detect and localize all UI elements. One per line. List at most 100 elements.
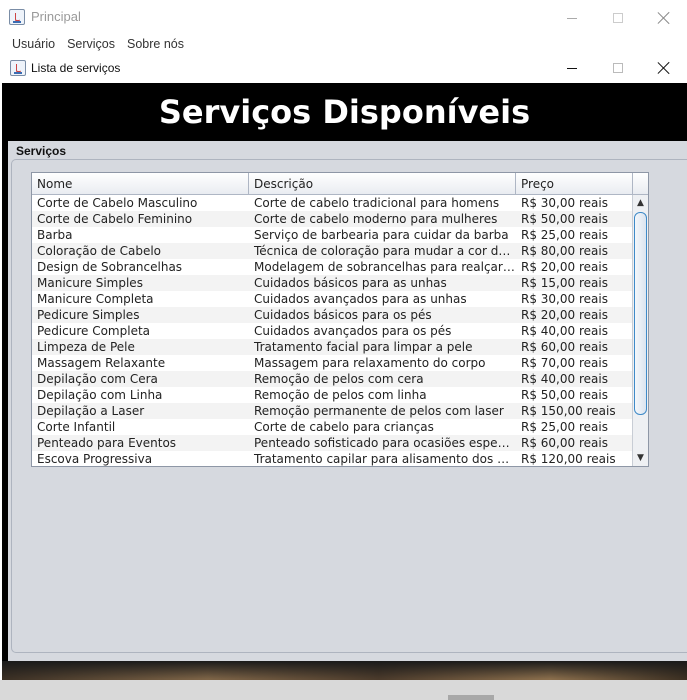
header-corner <box>632 173 648 195</box>
inner-minimize-button[interactable] <box>549 53 595 83</box>
cell-descricao: Corte de cabelo para crianças <box>254 420 434 434</box>
table-row[interactable]: Corte Infantil Corte de cabelo para crian… <box>32 419 633 435</box>
cell-descricao: Técnica de coloração para mudar a cor do… <box>254 244 516 258</box>
cell-preco: R$ 15,00 reais <box>521 276 608 290</box>
cell-nome: Manicure Completa <box>37 292 154 306</box>
cell-nome: Manicure Simples <box>37 276 143 290</box>
table-row[interactable]: Penteado para Eventos Penteado sofisticad… <box>32 435 633 451</box>
cell-nome: Massagem Relaxante <box>37 356 166 370</box>
cell-descricao: Modelagem de sobrancelhas para realçar o… <box>254 260 516 274</box>
principal-close-button[interactable] <box>641 3 687 33</box>
cell-descricao: Corte de cabelo moderno para mulheres <box>254 212 498 226</box>
java-icon <box>10 60 26 76</box>
cell-nome: Pedicure Simples <box>37 308 140 322</box>
table-row[interactable]: Pedicure Simples Cuidados básicos para os… <box>32 307 633 323</box>
cell-preco: R$ 80,00 reais <box>521 244 608 258</box>
cell-preco: R$ 70,00 reais <box>521 356 608 370</box>
table-body: Corte de Cabelo Masculino Corte de cabelo… <box>32 195 633 466</box>
cell-nome: Barba <box>37 228 73 242</box>
table-row[interactable]: Escova Progressiva Tratamento capilar par… <box>32 451 633 466</box>
cell-nome: Design de Sobrancelhas <box>37 260 183 274</box>
cell-nome: Penteado para Eventos <box>37 436 177 450</box>
cell-preco: R$ 20,00 reais <box>521 260 608 274</box>
principal-title-bar[interactable]: Principal <box>0 0 687 35</box>
cell-preco: R$ 120,00 reais <box>521 452 616 466</box>
heading-banner: Serviços Disponíveis <box>2 83 687 141</box>
cell-preco: R$ 60,00 reais <box>521 340 608 354</box>
table-row[interactable]: Pedicure Completa Cuidados avançados para… <box>32 323 633 339</box>
table-row[interactable]: Manicure Completa Cuidados avançados para… <box>32 291 633 307</box>
menu-usuario[interactable]: Usuário <box>6 35 61 51</box>
principal-window: Principal Usuário Serviços Sobre nós Lis… <box>0 0 687 700</box>
cell-preco: R$ 25,00 reais <box>521 420 608 434</box>
table-row[interactable]: Corte de Cabelo Feminino Corte de cabelo … <box>32 211 633 227</box>
table-row[interactable]: Depilação com Cera Remoção de pelos com c… <box>32 371 633 387</box>
cell-descricao: Penteado sofisticado para ocasiões espec… <box>254 436 516 450</box>
close-icon <box>658 12 670 24</box>
cell-preco: R$ 40,00 reais <box>521 324 608 338</box>
principal-maximize-button[interactable] <box>595 3 641 33</box>
cell-descricao: Serviço de barbearia para cuidar da barb… <box>254 228 509 242</box>
cell-preco: R$ 20,00 reais <box>521 308 608 322</box>
inner-close-button[interactable] <box>641 53 687 83</box>
cell-descricao: Cuidados básicos para as unhas <box>254 276 447 290</box>
inner-title-bar[interactable]: Lista de serviços <box>2 53 687 83</box>
table-row[interactable]: Massagem Relaxante Massagem para relaxame… <box>32 355 633 371</box>
group-label: Serviços <box>16 144 67 158</box>
column-header-preco[interactable]: Preço <box>516 173 633 195</box>
bottom-edge-bar <box>0 680 687 700</box>
inner-maximize-button[interactable] <box>595 53 641 83</box>
menu-bar: Usuário Serviços Sobre nós <box>0 35 687 53</box>
scroll-up-icon[interactable]: ▲ <box>633 195 648 211</box>
column-header-nome[interactable]: Nome <box>32 173 249 195</box>
table-row[interactable]: Corte de Cabelo Masculino Corte de cabelo… <box>32 195 633 211</box>
minimize-icon <box>567 67 577 69</box>
table-row[interactable]: Limpeza de Pele Tratamento facial para li… <box>32 339 633 355</box>
java-icon <box>9 9 25 25</box>
cell-nome: Escova Progressiva <box>37 452 153 466</box>
vertical-scrollbar[interactable]: ▲ ▼ <box>632 195 648 466</box>
table-row[interactable]: Manicure Simples Cuidados básicos para as… <box>32 275 633 291</box>
cell-nome: Depilação a Laser <box>37 404 145 418</box>
cell-preco: R$ 30,00 reais <box>521 196 608 210</box>
cell-descricao: Tratamento capilar para alisamento dos f… <box>254 452 516 466</box>
cell-nome: Corte de Cabelo Feminino <box>37 212 193 226</box>
cell-nome: Depilação com Cera <box>37 372 158 386</box>
cell-descricao: Corte de cabelo tradicional para homens <box>254 196 500 210</box>
column-header-descricao[interactable]: Descrição <box>249 173 516 195</box>
services-panel: Serviços Nome Descrição Preço Corte de C… <box>8 141 687 661</box>
cell-nome: Limpeza de Pele <box>37 340 135 354</box>
menu-sobre-nos[interactable]: Sobre nós <box>121 35 190 51</box>
table-row[interactable]: Depilação com Linha Remoção de pelos com … <box>32 387 633 403</box>
cell-descricao: Remoção de pelos com cera <box>254 372 424 386</box>
cell-descricao: Cuidados básicos para os pés <box>254 308 432 322</box>
cell-preco: R$ 150,00 reais <box>521 404 616 418</box>
menu-servicos[interactable]: Serviços <box>61 35 121 51</box>
close-icon <box>658 62 670 74</box>
scrollbar-thumb[interactable] <box>634 212 647 415</box>
cell-descricao: Remoção permanente de pelos com laser <box>254 404 504 418</box>
cell-descricao: Cuidados avançados para os pés <box>254 324 452 338</box>
scroll-down-icon[interactable]: ▼ <box>633 450 648 466</box>
principal-title: Principal <box>31 9 81 24</box>
cell-descricao: Massagem para relaxamento do corpo <box>254 356 486 370</box>
services-table[interactable]: Nome Descrição Preço Corte de Cabelo Mas… <box>31 172 649 467</box>
inner-title: Lista de serviços <box>31 61 121 75</box>
principal-minimize-button[interactable] <box>549 3 595 33</box>
maximize-icon <box>613 63 623 73</box>
services-group: Serviços Nome Descrição Preço Corte de C… <box>8 141 687 657</box>
table-row[interactable]: Coloração de Cabelo Técnica de coloração … <box>32 243 633 259</box>
cell-nome: Corte Infantil <box>37 420 116 434</box>
cell-preco: R$ 60,00 reais <box>521 436 608 450</box>
table-row[interactable]: Design de Sobrancelhas Modelagem de sobra… <box>32 259 633 275</box>
cell-nome: Coloração de Cabelo <box>37 244 162 258</box>
cell-preco: R$ 40,00 reais <box>521 372 608 386</box>
table-row[interactable]: Depilação a Laser Remoção permanente de p… <box>32 403 633 419</box>
cell-descricao: Tratamento facial para limpar a pele <box>254 340 473 354</box>
minimize-icon <box>567 17 577 19</box>
table-row[interactable]: Barba Serviço de barbearia para cuidar da… <box>32 227 633 243</box>
maximize-icon <box>613 13 623 23</box>
cell-nome: Corte de Cabelo Masculino <box>37 196 198 210</box>
cell-preco: R$ 50,00 reais <box>521 388 608 402</box>
page-title: Serviços Disponíveis <box>158 93 531 131</box>
